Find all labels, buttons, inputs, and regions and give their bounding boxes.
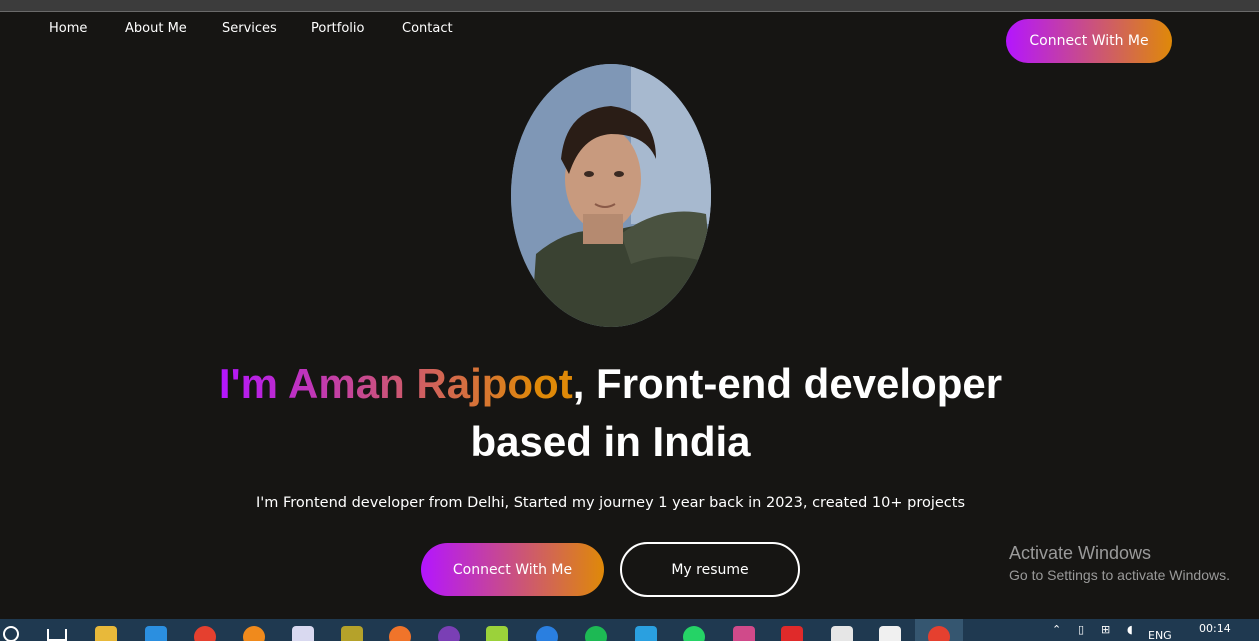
firefox-icon[interactable] (243, 626, 265, 641)
nav-about-link[interactable]: About Me (125, 21, 187, 36)
camera-icon[interactable] (879, 626, 901, 641)
nav-services-link[interactable]: Services (222, 21, 277, 36)
taskbar-clock[interactable]: 00:14 (1199, 622, 1231, 635)
dex-icon[interactable] (389, 626, 411, 641)
watermark-title: Activate Windows (1009, 543, 1152, 563)
nav-portfolio-link[interactable]: Portfolio (311, 21, 364, 36)
hero-title-role: , Front-end developer (572, 360, 1003, 407)
search-icon[interactable] (3, 626, 19, 641)
chrome-icon[interactable] (194, 626, 216, 641)
hero-title: I'm Aman Rajpoot, Front-end developer ba… (0, 355, 1221, 471)
nav-contact-link[interactable]: Contact (402, 21, 453, 36)
top-navigation: Home About Me Services Portfolio Contact… (0, 12, 1259, 63)
resume-button[interactable]: My resume (620, 542, 800, 597)
tray-network-icon[interactable]: ⊞ (1101, 623, 1110, 636)
activate-windows-watermark: Activate Windows Go to Settings to activ… (1009, 543, 1230, 583)
watermark-subtitle: Go to Settings to activate Windows. (1009, 567, 1230, 583)
task-view-icon[interactable] (47, 629, 67, 641)
tray-device-icon[interactable]: ▯ (1078, 623, 1084, 636)
hero-subtitle: I'm Frontend developer from Delhi, Start… (255, 495, 966, 511)
file-explorer-icon[interactable] (95, 626, 117, 641)
profile-photo-illustration (511, 64, 711, 327)
whatsapp-icon[interactable] (683, 626, 705, 641)
zoom-icon[interactable] (536, 626, 558, 641)
dev-icon[interactable] (292, 626, 314, 641)
chrome-active-icon[interactable] (928, 626, 950, 641)
hero-connect-button[interactable]: Connect With Me (421, 543, 604, 596)
nav-connect-button[interactable]: Connect With Me (1006, 19, 1172, 63)
tray-chevron-icon[interactable]: ⌃ (1052, 623, 1061, 636)
terminal-icon[interactable] (831, 626, 853, 641)
snipping-tool-icon[interactable] (733, 626, 755, 641)
tray-volume-icon[interactable]: ◖ (1127, 623, 1133, 636)
hero-title-name: I'm Aman Rajpoot (218, 360, 573, 407)
telegram-icon[interactable] (635, 626, 657, 641)
spotify-icon[interactable] (585, 626, 607, 641)
hero-title-location: based in India (470, 418, 751, 465)
medium-icon[interactable] (341, 626, 363, 641)
github-icon[interactable] (438, 626, 460, 641)
tray-language[interactable]: ENG (1148, 629, 1172, 641)
windows-taskbar: ⌃ ▯ ⊞ ◖ ENG 00:14 (0, 619, 1259, 641)
nav-home-link[interactable]: Home (49, 21, 87, 36)
youtube-icon[interactable] (781, 626, 803, 641)
vscode-icon[interactable] (145, 626, 167, 641)
pycharm-icon[interactable] (486, 626, 508, 641)
browser-top-strip (0, 0, 1259, 12)
profile-photo (511, 64, 711, 327)
